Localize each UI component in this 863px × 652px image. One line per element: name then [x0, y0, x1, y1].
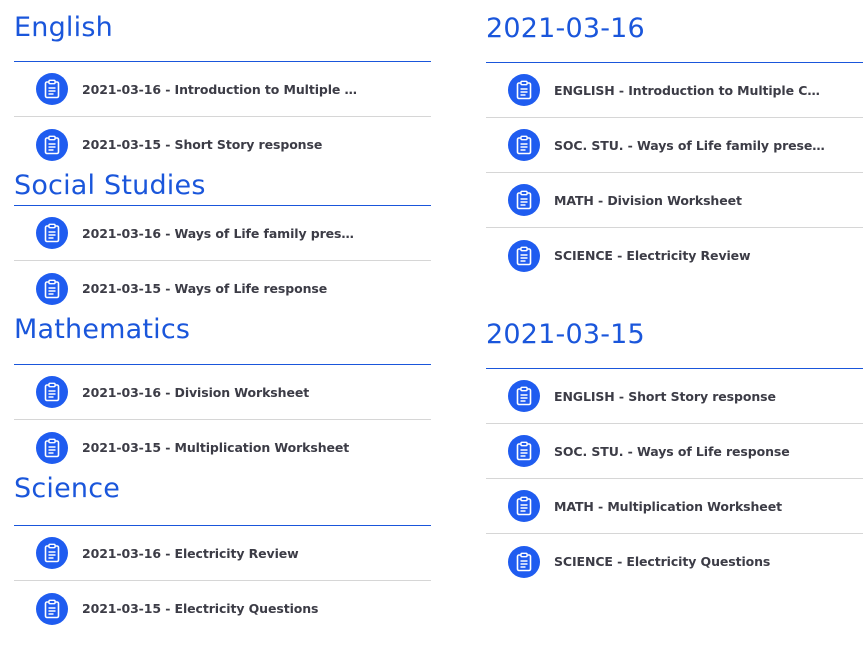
assignment-item[interactable]: 2021-03-15 - Multiplication Worksheet [14, 420, 431, 475]
assignment-item[interactable]: MATH - Division Worksheet [486, 173, 863, 228]
assignment-label: SCIENCE - Electricity Review [554, 248, 751, 263]
clipboard-icon [36, 217, 68, 249]
subject-section-mathematics: Mathematics 2021-03-16 - Division Worksh… [14, 316, 431, 475]
assignment-label: MATH - Multiplication Worksheet [554, 498, 782, 514]
assignment-label: SOC. STU. - Ways of Life family presenta… [554, 137, 826, 153]
assignment-list: 2021-03-16 - Introduction to Multiple Ch… [14, 62, 431, 172]
subject-section-english: English 2021-03-16 - Introduction to Mul… [14, 0, 431, 172]
assignment-item[interactable]: SCIENCE - Electricity Questions [486, 534, 863, 589]
section-title: 2021-03-16 [486, 13, 645, 44]
clipboard-icon [508, 490, 540, 522]
assignment-item[interactable]: ENGLISH - Short Story response [486, 369, 863, 424]
assignment-label: 2021-03-15 - Electricity Questions [82, 601, 319, 616]
by-subject-column: English 2021-03-16 - Introduction to Mul… [14, 0, 431, 636]
assignment-item[interactable]: SOC. STU. - Ways of Life family presenta… [486, 118, 863, 173]
clipboard-icon [508, 129, 540, 161]
assignment-item[interactable]: ENGLISH - Introduction to Multiple Choic… [486, 63, 863, 118]
section-title: Social Studies [14, 170, 206, 201]
assignment-item[interactable]: 2021-03-15 - Electricity Questions [14, 581, 431, 636]
section-title: 2021-03-15 [486, 319, 645, 350]
clipboard-icon [36, 431, 68, 464]
assignment-item[interactable]: 2021-03-16 - Electricity Review [14, 526, 431, 581]
assignment-item[interactable]: 2021-03-16 - Introduction to Multiple Ch… [14, 62, 431, 117]
clipboard-icon [36, 376, 68, 408]
assignment-label: 2021-03-16 - Electricity Review [82, 545, 299, 561]
assignment-label: ENGLISH - Short Story response [554, 388, 776, 404]
assignment-label: 2021-03-16 - Division Worksheet [82, 384, 310, 400]
assignment-list: 2021-03-16 - Division Worksheet 2021-03-… [14, 365, 431, 475]
clipboard-icon [36, 592, 68, 625]
section-title: Mathematics [14, 314, 191, 345]
assignment-label: SCIENCE - Electricity Questions [554, 554, 771, 569]
assignment-list: 2021-03-16 - Ways of Life family present… [14, 206, 431, 316]
subject-section-social-studies: Social Studies 2021-03-16 - Ways of Life… [14, 172, 431, 316]
by-date-column: 2021-03-16 ENGLISH - Introduction to Mul… [486, 0, 863, 589]
assignment-label: ENGLISH - Introduction to Multiple Choic… [554, 82, 826, 98]
assignment-label: 2021-03-16 - Ways of Life family present… [82, 225, 362, 241]
assignment-list: ENGLISH - Short Story response SOC. STU.… [486, 369, 863, 589]
assignment-item[interactable]: 2021-03-16 - Division Worksheet [14, 365, 431, 420]
assignment-label: 2021-03-15 - Ways of Life response [82, 281, 328, 296]
assignment-label: 2021-03-15 - Short Story response [82, 137, 323, 152]
section-title: Science [14, 473, 121, 504]
clipboard-icon [36, 128, 68, 161]
clipboard-icon [508, 380, 540, 412]
assignment-label: 2021-03-15 - Multiplication Worksheet [82, 440, 350, 455]
assignment-list: ENGLISH - Introduction to Multiple Choic… [486, 63, 863, 283]
clipboard-icon [36, 73, 68, 105]
clipboard-icon [508, 184, 540, 216]
assignment-item[interactable]: 2021-03-15 - Ways of Life response [14, 261, 431, 316]
clipboard-icon [36, 537, 68, 569]
assignment-item[interactable]: 2021-03-16 - Ways of Life family present… [14, 206, 431, 261]
subject-section-science: Science 2021-03-16 - Electricity Review … [14, 475, 431, 636]
date-section-2021-03-15: 2021-03-15 ENGLISH - Short Story respons… [486, 321, 863, 589]
assignment-label: MATH - Division Worksheet [554, 192, 742, 208]
assignment-item[interactable]: SOC. STU. - Ways of Life response [486, 424, 863, 479]
assignment-item[interactable]: MATH - Multiplication Worksheet [486, 479, 863, 534]
clipboard-icon [508, 74, 540, 106]
assignment-item[interactable]: SCIENCE - Electricity Review [486, 228, 863, 283]
clipboard-icon [508, 435, 540, 467]
assignment-label: SOC. STU. - Ways of Life response [554, 443, 790, 459]
clipboard-icon [508, 239, 540, 272]
assignment-item[interactable]: 2021-03-15 - Short Story response [14, 117, 431, 172]
section-title: English [14, 12, 113, 43]
clipboard-icon [508, 545, 540, 578]
clipboard-icon [36, 272, 68, 305]
assignment-label: 2021-03-16 - Introduction to Multiple Ch… [82, 81, 362, 97]
date-section-2021-03-16: 2021-03-16 ENGLISH - Introduction to Mul… [486, 0, 863, 283]
assignment-list: 2021-03-16 - Electricity Review 2021-03-… [14, 526, 431, 636]
